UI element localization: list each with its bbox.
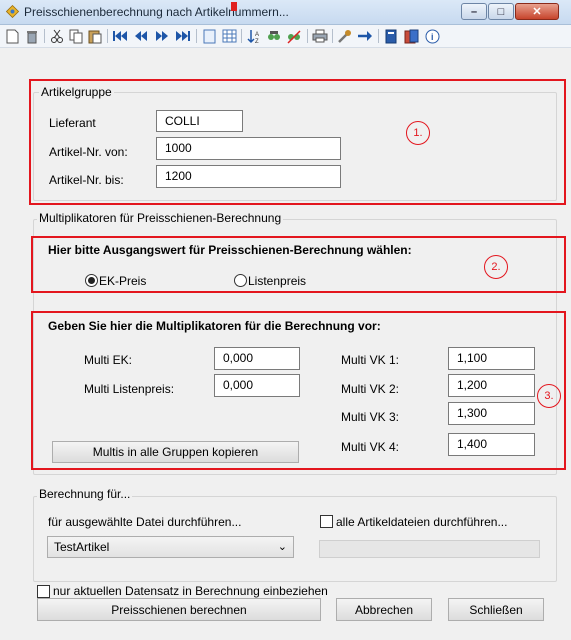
ausgangswert-heading: Hier bitte Ausgangswert für Preisschiene… — [48, 243, 412, 257]
sort-icon[interactable]: AZ — [246, 28, 262, 44]
svg-text:i: i — [431, 32, 434, 42]
toolbar-separator — [332, 29, 333, 43]
maximize-button[interactable]: □ — [488, 3, 514, 20]
svg-text:Z: Z — [255, 39, 259, 44]
help-book-icon[interactable] — [403, 28, 419, 44]
multis-kopieren-button[interactable]: Multis in alle Gruppen kopieren — [52, 441, 299, 463]
multiplikatoren-label: Multiplikatoren für Preisschienen-Berech… — [37, 211, 284, 225]
preisschienen-berechnen-button[interactable]: Preisschienen berechnen — [37, 598, 321, 621]
multi-ek-field[interactable]: 0,000 — [214, 347, 300, 370]
toolbar-separator — [307, 29, 308, 43]
toolbar-separator — [196, 29, 197, 43]
maximize-icon: □ — [497, 5, 505, 18]
delete-icon[interactable] — [24, 28, 40, 44]
multi-vk3-label: Multi VK 3: — [341, 410, 400, 424]
minimize-button[interactable]: – — [461, 3, 487, 20]
next-record-icon[interactable] — [154, 28, 170, 44]
alle-artikeldateien-label[interactable]: alle Artikeldateien durchführen... — [336, 515, 507, 529]
first-record-icon[interactable] — [112, 28, 128, 44]
close-icon: ✕ — [532, 6, 542, 18]
minimize-icon: – — [470, 5, 478, 18]
ausgewaehlte-datei-label: für ausgewählte Datei durchführen... — [48, 515, 242, 529]
multi-vk1-field[interactable]: 1,100 — [448, 347, 535, 370]
multi-vk2-label: Multi VK 2: — [341, 382, 400, 396]
filter-remove-icon[interactable] — [286, 28, 302, 44]
cut-icon[interactable] — [49, 28, 65, 44]
marker-1: 1. — [406, 121, 430, 145]
multi-vk3-field[interactable]: 1,300 — [448, 402, 535, 425]
highlight-box-1 — [29, 79, 566, 205]
toolbar-separator — [241, 29, 242, 43]
marker-2: 2. — [484, 255, 508, 279]
toolbar-separator — [44, 29, 45, 43]
book-icon[interactable] — [383, 28, 399, 44]
info-icon[interactable]: i — [424, 28, 440, 44]
close-button[interactable]: ✕ — [515, 3, 559, 20]
ek-preis-radio-label[interactable]: EK-Preis — [99, 274, 146, 288]
datei-select[interactable]: TestArtikel ⌄ — [47, 536, 294, 558]
go-icon[interactable] — [357, 28, 373, 44]
abbrechen-button[interactable]: Abbrechen — [336, 598, 432, 621]
form-view-icon[interactable] — [201, 28, 217, 44]
nur-aktuell-label[interactable]: nur aktuellen Datensatz in Berechnung ei… — [53, 584, 328, 598]
tools-icon[interactable] — [337, 28, 353, 44]
multi-vk1-label: Multi VK 1: — [341, 353, 400, 367]
previous-record-icon[interactable] — [133, 28, 149, 44]
multi-heading: Geben Sie hier die Multiplikatoren für d… — [48, 319, 381, 333]
multi-vk4-label: Multi VK 4: — [341, 440, 400, 454]
svg-text:A: A — [255, 32, 259, 38]
ek-preis-radio[interactable] — [85, 274, 98, 287]
last-record-icon[interactable] — [175, 28, 191, 44]
chevron-down-icon: ⌄ — [277, 541, 287, 553]
marker-3: 3. — [537, 384, 561, 408]
app-icon — [6, 5, 19, 18]
listenpreis-radio[interactable] — [234, 274, 247, 287]
listenpreis-radio-label[interactable]: Listenpreis — [248, 274, 306, 288]
alle-artikeldateien-checkbox[interactable] — [320, 515, 333, 528]
multi-listenpreis-label: Multi Listenpreis: — [84, 382, 175, 396]
title-bar[interactable]: Preisschienenberechnung nach Artikelnumm… — [0, 0, 571, 25]
dialog-client-area: Artikelgruppe Lieferant COLLI Artikel-Nr… — [0, 48, 571, 640]
paste-icon[interactable] — [87, 28, 103, 44]
table-view-icon[interactable] — [221, 28, 237, 44]
disabled-field — [319, 540, 540, 558]
multi-ek-label: Multi EK: — [84, 353, 133, 367]
text-cursor-marker — [231, 2, 237, 11]
new-document-icon[interactable] — [4, 28, 20, 44]
multi-vk2-field[interactable]: 1,200 — [448, 374, 535, 397]
nur-aktuell-checkbox[interactable] — [37, 585, 50, 598]
datei-select-value: TestArtikel — [54, 540, 110, 554]
toolbar-separator — [107, 29, 108, 43]
toolbar: AZ i — [0, 25, 571, 48]
toolbar-separator — [378, 29, 379, 43]
multi-vk4-field[interactable]: 1,400 — [448, 433, 535, 456]
window-title: Preisschienenberechnung nach Artikelnumm… — [24, 5, 289, 19]
berechnung-label: Berechnung für... — [37, 487, 133, 501]
filter-icon[interactable] — [266, 28, 282, 44]
copy-icon[interactable] — [68, 28, 84, 44]
print-icon[interactable] — [312, 28, 328, 44]
multi-listenpreis-field[interactable]: 0,000 — [214, 374, 300, 397]
schliessen-button[interactable]: Schließen — [448, 598, 544, 621]
